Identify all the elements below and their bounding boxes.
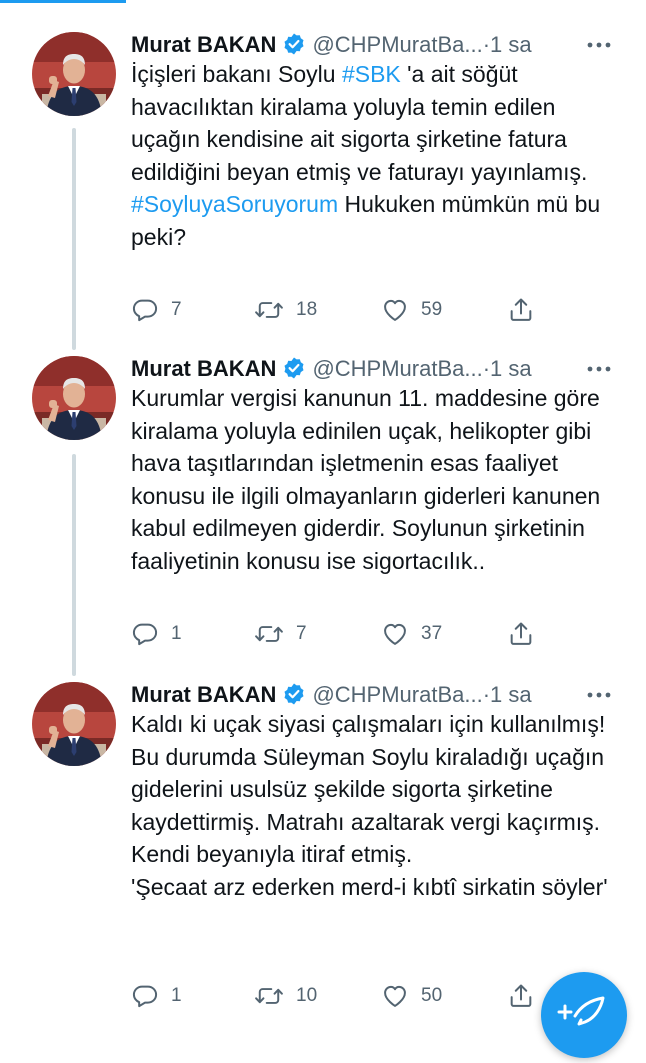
author-handle[interactable]: @CHPMuratBa...: [312, 356, 482, 381]
retweet-icon: [254, 982, 284, 1010]
tweet-header: Murat BAKAN @CHPMuratBa...·1 sa: [131, 28, 621, 62]
tweet-thread: Murat BAKAN @CHPMuratBa...·1 sa İçişleri …: [0, 0, 646, 1024]
like-button[interactable]: 37: [381, 617, 442, 651]
tweet-text-segment: İçişleri bakanı Soylu: [131, 61, 342, 87]
tweet-actions: 1 7 37: [131, 617, 551, 651]
compose-icon: [541, 996, 627, 1062]
like-button[interactable]: 50: [381, 979, 442, 1013]
tweet-text: İçişleri bakanı Soylu #SBK 'a ait söğüt …: [131, 58, 626, 254]
avatar[interactable]: [32, 682, 116, 766]
separator-dot: ·: [482, 356, 491, 381]
author-handle[interactable]: @CHPMuratBa...: [312, 32, 482, 57]
reply-count: 7: [171, 299, 182, 320]
avatar[interactable]: [32, 32, 116, 116]
retweet-button[interactable]: 10: [254, 979, 317, 1013]
retweet-count: 7: [296, 623, 307, 644]
like-count: 37: [421, 623, 443, 644]
reply-icon: [131, 982, 159, 1010]
tweet-text: Kurumlar vergisi kanunun 11. maddesine g…: [131, 385, 601, 574]
author-handle[interactable]: @CHPMuratBa...: [312, 682, 482, 707]
reply-count: 1: [171, 985, 182, 1006]
share-button[interactable]: [507, 979, 535, 1013]
tweet-quote: 'Şecaat arz ederken merd-i kıbtî sirkati…: [131, 873, 608, 900]
author-name[interactable]: Murat BAKAN: [131, 356, 276, 381]
more-icon[interactable]: [586, 678, 612, 712]
reply-button[interactable]: 1: [131, 979, 182, 1013]
share-button[interactable]: [507, 293, 535, 327]
tweet-text: Kaldı ki uçak siyasi çalışmaları için ku…: [131, 708, 626, 904]
separator-dot: ·: [482, 682, 491, 707]
tweet[interactable]: Murat BAKAN @CHPMuratBa...·1 sa Kurumlar …: [0, 352, 646, 662]
timestamp[interactable]: 1 sa: [490, 682, 532, 707]
retweet-button[interactable]: 7: [254, 617, 307, 651]
retweet-icon: [254, 296, 284, 324]
like-icon: [381, 620, 409, 648]
timestamp[interactable]: 1 sa: [490, 356, 532, 381]
retweet-icon: [254, 620, 284, 648]
separator-dot: ·: [482, 32, 491, 57]
reply-icon: [131, 296, 159, 324]
share-button[interactable]: [507, 617, 535, 651]
like-icon: [381, 296, 409, 324]
author-name[interactable]: Murat BAKAN: [131, 32, 276, 57]
tweet[interactable]: Murat BAKAN @CHPMuratBa...·1 sa İçişleri …: [0, 28, 646, 338]
share-icon: [507, 296, 535, 324]
like-count: 59: [421, 299, 443, 320]
timestamp[interactable]: 1 sa: [490, 32, 532, 57]
author-name[interactable]: Murat BAKAN: [131, 682, 276, 707]
retweet-count: 18: [296, 299, 318, 320]
tweet-header: Murat BAKAN @CHPMuratBa...·1 sa: [131, 352, 621, 386]
avatar[interactable]: [32, 356, 116, 440]
tweet-header: Murat BAKAN @CHPMuratBa...·1 sa: [131, 678, 621, 712]
hashtag-link[interactable]: #SoyluyaSoruyorum: [131, 191, 338, 217]
compose-button[interactable]: [541, 972, 627, 1058]
like-button[interactable]: 59: [381, 293, 442, 327]
retweet-count: 10: [296, 985, 318, 1006]
reply-button[interactable]: 7: [131, 293, 182, 327]
tweet-text-segment: Kaldı ki uçak siyasi çalışmaları için ku…: [131, 711, 606, 868]
share-icon: [507, 982, 535, 1010]
more-icon[interactable]: [586, 28, 612, 62]
reply-button[interactable]: 1: [131, 617, 182, 651]
hashtag-link[interactable]: #SBK: [342, 61, 401, 87]
retweet-button[interactable]: 18: [254, 293, 317, 327]
tweet-actions: 1 10 50: [131, 979, 551, 1013]
like-icon: [381, 982, 409, 1010]
more-icon[interactable]: [586, 352, 612, 386]
like-count: 50: [421, 985, 443, 1006]
reply-icon: [131, 620, 159, 648]
tweet-actions: 7 18 59: [131, 293, 551, 327]
share-icon: [507, 620, 535, 648]
reply-count: 1: [171, 623, 182, 644]
